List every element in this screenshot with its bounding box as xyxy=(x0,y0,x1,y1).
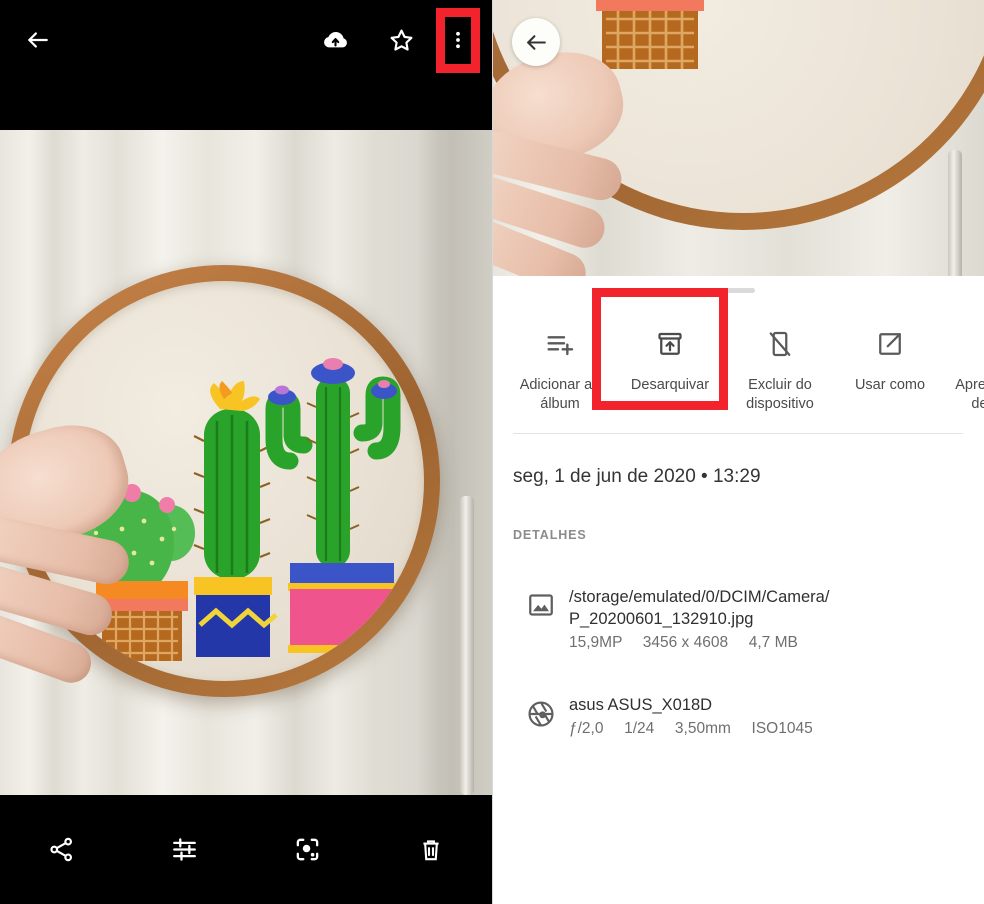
metal-rod xyxy=(948,150,962,276)
action-unarchive[interactable]: Desarquivar xyxy=(615,302,725,395)
arrow-back-icon xyxy=(526,34,546,50)
phone-off-icon xyxy=(765,322,795,366)
details-header: DETALHES xyxy=(513,528,587,542)
share-icon xyxy=(50,837,73,862)
file-name-line2: P_20200601_132910.jpg xyxy=(569,610,754,628)
dimensions: 3456 x 4608 xyxy=(642,634,729,651)
lens-button[interactable] xyxy=(246,795,369,904)
playlist-add-icon xyxy=(544,322,576,366)
favorite-button[interactable] xyxy=(381,20,421,60)
action-label: Adicionar ao álbum xyxy=(519,377,601,412)
delete-button[interactable] xyxy=(369,795,492,904)
megapixels: 15,9MP xyxy=(569,634,623,651)
edit-button[interactable] xyxy=(123,795,246,904)
photo-date-time: seg, 1 de jun de 2020 • 13:29 xyxy=(513,466,761,487)
overflow-menu-button[interactable] xyxy=(438,20,478,60)
bottom-toolbar xyxy=(0,795,492,904)
tune-icon xyxy=(173,838,196,861)
share-button[interactable] xyxy=(0,795,123,904)
action-use-as[interactable]: Usar como xyxy=(835,302,945,395)
focal-value: 3,50mm xyxy=(674,720,731,737)
photo-viewer-image-left[interactable] xyxy=(0,130,492,795)
metal-rod xyxy=(460,495,474,795)
action-label: Desarquivar xyxy=(630,377,710,393)
sheet-divider xyxy=(513,433,963,434)
back-button[interactable] xyxy=(18,20,58,60)
action-slideshow[interactable]: Apresentação de slides xyxy=(945,302,984,414)
aperture-value: ƒ/2,0 xyxy=(569,720,604,737)
screenshot-root: Adicionar ao álbum Desarquivar Excluir d… xyxy=(0,0,984,904)
backup-button[interactable] xyxy=(315,20,355,60)
image-icon xyxy=(513,586,569,654)
action-row[interactable]: Adicionar ao álbum Desarquivar Excluir d… xyxy=(493,302,984,434)
unarchive-icon xyxy=(655,322,685,366)
detail-row-file[interactable]: /storage/emulated/0/DCIM/Camera/ P_20200… xyxy=(513,586,829,654)
camera-model: asus ASUS_X018D xyxy=(569,696,713,714)
detail-text: /storage/emulated/0/DCIM/Camera/ P_20200… xyxy=(569,586,829,654)
open-in-new-icon xyxy=(875,322,905,366)
filesize: 4,7 MB xyxy=(748,634,798,651)
top-toolbar xyxy=(0,0,492,130)
file-specs: 15,9MP 3456 x 4608 4,7 MB xyxy=(569,632,829,654)
action-add-to-album[interactable]: Adicionar ao álbum xyxy=(505,302,615,414)
photo-viewer-image-right[interactable] xyxy=(493,0,984,276)
file-path-line1: /storage/emulated/0/DCIM/Camera/ xyxy=(569,588,830,606)
shutter-value: 1/24 xyxy=(624,720,655,737)
action-label: Excluir do dispositivo xyxy=(746,377,814,412)
cloud-upload-icon xyxy=(323,31,347,47)
star-outline-icon xyxy=(390,29,412,51)
lens-icon xyxy=(296,838,319,861)
more-vert-icon xyxy=(456,31,460,49)
action-delete-from-device[interactable]: Excluir do dispositivo xyxy=(725,302,835,414)
arrow-back-icon xyxy=(28,32,48,48)
back-button-floating[interactable] xyxy=(512,18,560,66)
iso-value: ISO1045 xyxy=(751,720,813,737)
detail-text: asus ASUS_X018D ƒ/2,0 1/24 3,50mm ISO104… xyxy=(569,694,813,740)
detail-row-camera[interactable]: asus ASUS_X018D ƒ/2,0 1/24 3,50mm ISO104… xyxy=(513,694,813,740)
action-label: Usar como xyxy=(854,377,926,393)
details-bottom-sheet: Adicionar ao álbum Desarquivar Excluir d… xyxy=(493,276,984,904)
action-label: Apresentação de slides xyxy=(955,377,984,412)
left-photo-viewer-panel xyxy=(0,0,492,904)
camera-specs: ƒ/2,0 1/24 3,50mm ISO1045 xyxy=(569,718,813,740)
aperture-icon xyxy=(513,694,569,740)
trash-icon xyxy=(422,839,439,860)
right-details-panel: Adicionar ao álbum Desarquivar Excluir d… xyxy=(492,0,984,904)
sheet-drag-handle[interactable] xyxy=(710,288,755,293)
